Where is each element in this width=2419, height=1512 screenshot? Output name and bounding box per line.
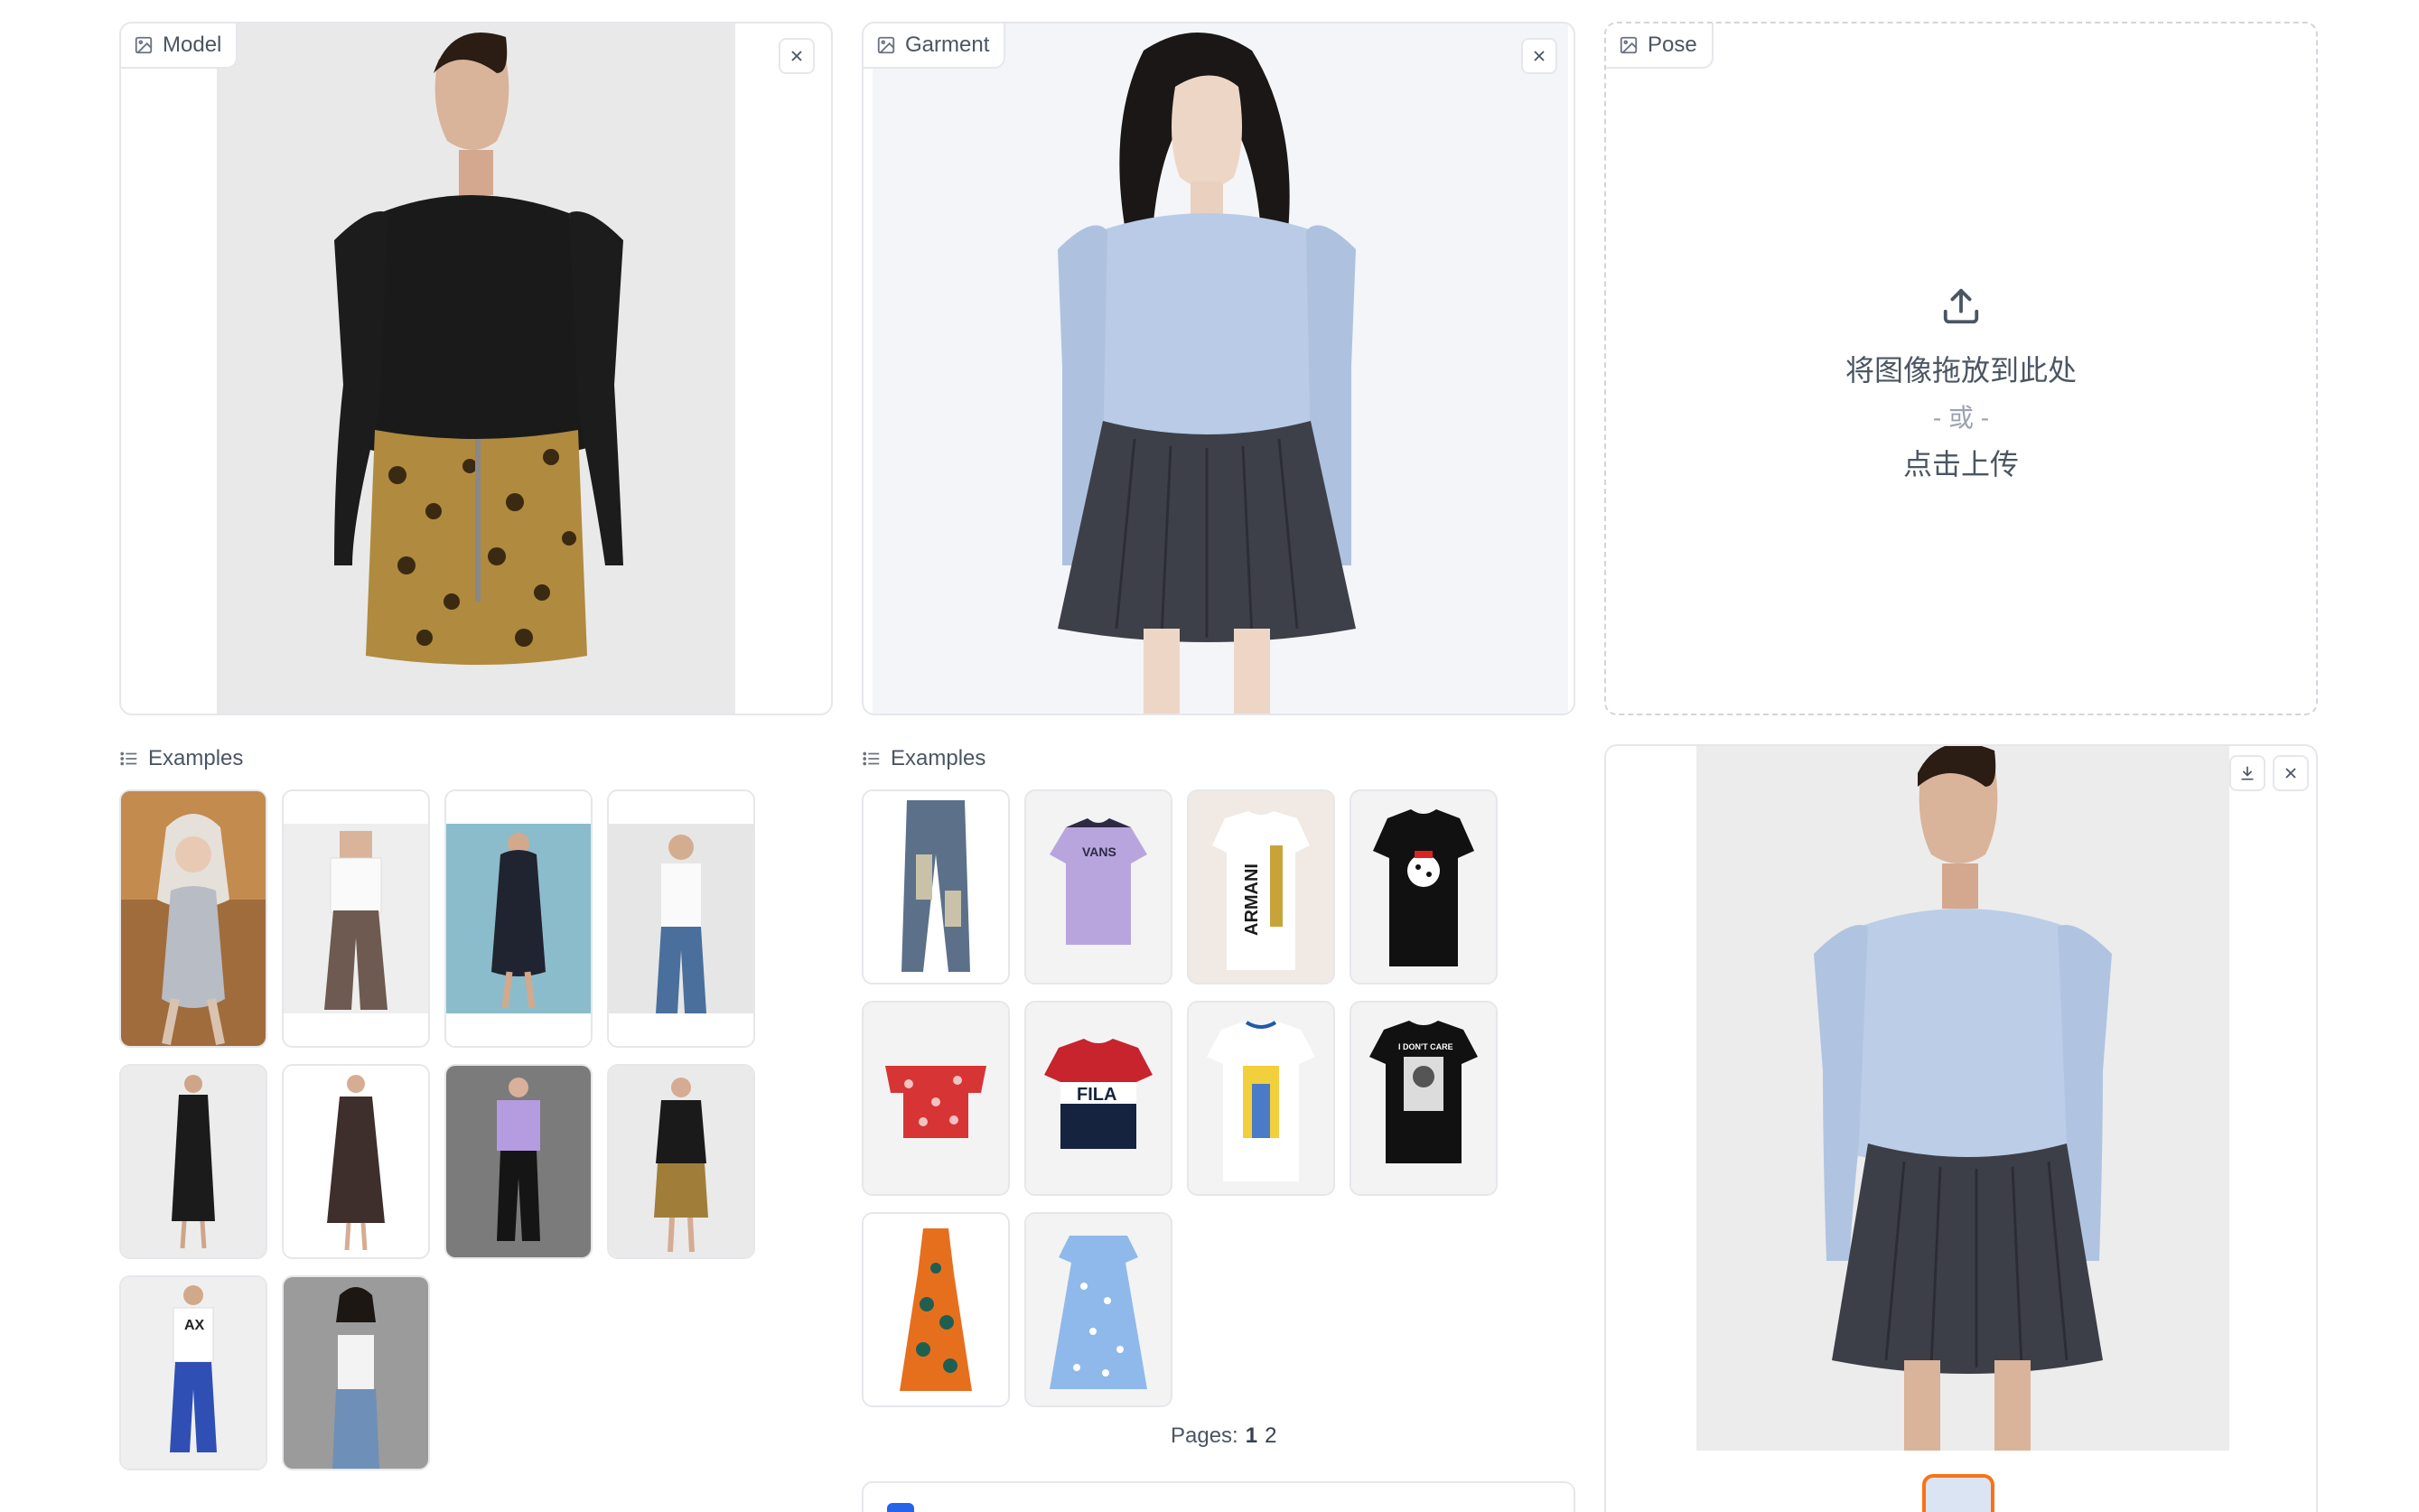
model-example-5[interactable] — [119, 1064, 267, 1259]
dont-care-print: I DON'T CARE — [1398, 1042, 1453, 1051]
model-example-1[interactable] — [119, 789, 267, 1048]
click-upload-text: 点击上传 — [1902, 448, 2019, 481]
vans-print: VANS — [1082, 845, 1116, 859]
upload-icon — [1943, 288, 1979, 324]
model-label: Model — [121, 23, 238, 69]
pagination: Pages: 1 2 — [1171, 1423, 1276, 1449]
garment-dalmatian-tee[interactable] — [1350, 789, 1498, 985]
model-image-panel[interactable]: Model — [119, 22, 833, 715]
garment-clear-button[interactable] — [1521, 38, 1557, 74]
pose-label: Pose — [1606, 23, 1714, 69]
image-icon — [135, 36, 153, 54]
model-examples-heading: Examples — [119, 746, 243, 771]
garment-armani-tee[interactable]: ARMANI — [1187, 789, 1335, 985]
garment-image-panel[interactable]: Garment — [862, 22, 1575, 715]
result-clear-button[interactable] — [2273, 755, 2309, 791]
result-gallery-thumb-selected[interactable] — [1922, 1474, 1994, 1512]
or-text: - 或 - — [1932, 404, 1990, 432]
close-icon — [1534, 51, 1545, 61]
result-image-panel — [1604, 744, 2318, 1512]
model-example-9[interactable]: AX — [119, 1275, 267, 1470]
checkbox-indicator[interactable] — [887, 1503, 914, 1512]
image-icon — [877, 36, 895, 54]
garment-jeans[interactable] — [862, 789, 1010, 985]
garment-blue-floral-dress[interactable] — [1024, 1212, 1172, 1407]
bottom-card — [862, 1481, 1575, 1512]
model-example-8[interactable] — [607, 1064, 755, 1259]
garment-red-floral-top[interactable] — [862, 1001, 1010, 1196]
result-download-button[interactable] — [2229, 755, 2265, 791]
pose-upload-panel[interactable]: Pose 将图像拖放到此处 - 或 - 点击上传 — [1604, 22, 2318, 715]
garment-examples-heading: Examples — [862, 746, 985, 771]
list-icon — [120, 751, 137, 766]
garment-orange-dress[interactable] — [862, 1212, 1010, 1407]
garment-dont-care-tee[interactable]: I DON'T CARE — [1350, 1001, 1498, 1196]
close-icon — [791, 51, 802, 61]
model-example-7[interactable] — [444, 1064, 593, 1259]
armani-print: ARMANI — [1242, 863, 1262, 936]
garment-fila-tee[interactable]: FILA — [1024, 1001, 1172, 1196]
model-example-10[interactable] — [282, 1275, 430, 1470]
drop-text: 将图像拖放到此处 — [1845, 354, 2077, 387]
model-label-text: Model — [163, 33, 222, 57]
model-clear-button[interactable] — [779, 38, 815, 74]
garment-photo — [873, 23, 1568, 714]
garment-label: Garment — [864, 23, 1006, 69]
garment-examples-title: Examples — [891, 746, 986, 770]
page-1-link[interactable]: 1 — [1246, 1423, 1257, 1449]
model-example-4[interactable] — [607, 789, 755, 1048]
model-example-3[interactable] — [444, 789, 593, 1048]
model-photo — [217, 23, 735, 714]
page-2-link[interactable]: 2 — [1265, 1423, 1276, 1449]
pose-label-text: Pose — [1648, 33, 1697, 57]
svg-text:AX: AX — [184, 1318, 205, 1333]
model-example-2[interactable] — [282, 789, 430, 1048]
model-examples-title: Examples — [148, 746, 244, 770]
garment-vans-tee[interactable]: VANS — [1024, 789, 1172, 985]
fila-print: FILA — [1077, 1085, 1116, 1105]
result-photo — [1696, 746, 2229, 1451]
pages-label: Pages: — [1171, 1423, 1238, 1448]
garment-graphic-tee[interactable] — [1187, 1001, 1335, 1196]
pose-dropzone[interactable]: 将图像拖放到此处 - 或 - 点击上传 — [1606, 285, 2316, 483]
list-icon — [863, 751, 880, 766]
model-example-6[interactable] — [282, 1064, 430, 1259]
close-icon — [2285, 768, 2296, 779]
image-icon — [1620, 36, 1638, 54]
garment-label-text: Garment — [905, 33, 990, 57]
download-icon — [2241, 766, 2254, 780]
